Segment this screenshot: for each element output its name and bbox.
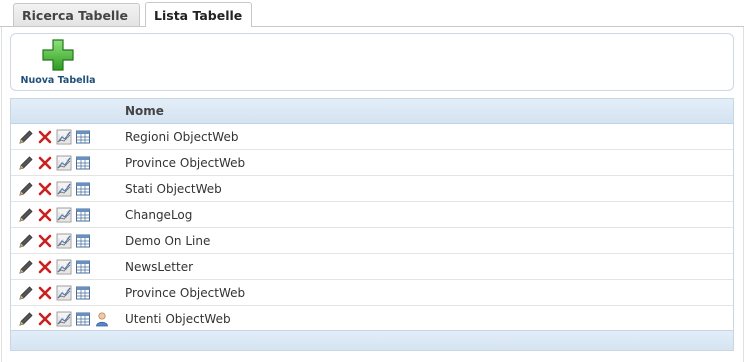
row-actions bbox=[18, 311, 110, 327]
tab-lista-tabelle[interactable]: Lista Tabelle bbox=[145, 2, 252, 27]
row-actions bbox=[18, 285, 91, 301]
delete-x-icon[interactable] bbox=[37, 311, 53, 327]
chart-icon[interactable] bbox=[56, 129, 72, 145]
column-header-nome[interactable]: Nome bbox=[125, 104, 164, 118]
edit-pencil-icon[interactable] bbox=[18, 259, 34, 275]
chart-icon[interactable] bbox=[56, 259, 72, 275]
table-name[interactable]: Stati ObjectWeb bbox=[125, 182, 222, 196]
user-icon[interactable] bbox=[94, 311, 110, 327]
grid-rows: Regioni ObjectWeb Province ObjectWeb Stati… bbox=[11, 124, 733, 332]
tab-bar: Ricerca Tabelle Lista Tabelle bbox=[0, 0, 744, 27]
table-name[interactable]: Province ObjectWeb bbox=[125, 286, 245, 300]
table-row: Demo On Line bbox=[11, 228, 733, 254]
tables-grid: Nome Regioni ObjectWeb Province ObjectWeb… bbox=[10, 98, 734, 351]
new-table-label: Nuova Tabella bbox=[20, 75, 96, 86]
chart-icon[interactable] bbox=[56, 285, 72, 301]
grid-header: Nome bbox=[11, 99, 733, 124]
row-actions bbox=[18, 233, 91, 249]
table-row: Utenti ObjectWeb bbox=[11, 306, 733, 332]
table-grid-icon[interactable] bbox=[75, 259, 91, 275]
table-name[interactable]: Regioni ObjectWeb bbox=[125, 130, 238, 144]
toolbar: Nuova Tabella bbox=[10, 33, 734, 91]
edit-pencil-icon[interactable] bbox=[18, 311, 34, 327]
delete-x-icon[interactable] bbox=[37, 155, 53, 171]
row-actions bbox=[18, 155, 91, 171]
delete-x-icon[interactable] bbox=[37, 233, 53, 249]
tab-ricerca-tabelle[interactable]: Ricerca Tabelle bbox=[13, 3, 140, 27]
green-plus-icon bbox=[42, 39, 74, 71]
edit-pencil-icon[interactable] bbox=[18, 207, 34, 223]
edit-pencil-icon[interactable] bbox=[18, 233, 34, 249]
edit-pencil-icon[interactable] bbox=[18, 181, 34, 197]
table-grid-icon[interactable] bbox=[75, 285, 91, 301]
edit-pencil-icon[interactable] bbox=[18, 285, 34, 301]
table-grid-icon[interactable] bbox=[75, 155, 91, 171]
table-row: ChangeLog bbox=[11, 202, 733, 228]
delete-x-icon[interactable] bbox=[37, 181, 53, 197]
table-row: Regioni ObjectWeb bbox=[11, 124, 733, 150]
table-grid-icon[interactable] bbox=[75, 129, 91, 145]
chart-icon[interactable] bbox=[56, 181, 72, 197]
table-grid-icon[interactable] bbox=[75, 181, 91, 197]
row-actions bbox=[18, 207, 91, 223]
delete-x-icon[interactable] bbox=[37, 207, 53, 223]
row-actions bbox=[18, 129, 91, 145]
table-grid-icon[interactable] bbox=[75, 311, 91, 327]
chart-icon[interactable] bbox=[56, 207, 72, 223]
table-row: Province ObjectWeb bbox=[11, 150, 733, 176]
grid-footer bbox=[11, 330, 733, 350]
new-table-button[interactable]: Nuova Tabella bbox=[17, 37, 99, 87]
edit-pencil-icon[interactable] bbox=[18, 155, 34, 171]
chart-icon[interactable] bbox=[56, 155, 72, 171]
table-name[interactable]: NewsLetter bbox=[125, 260, 193, 274]
table-grid-icon[interactable] bbox=[75, 207, 91, 223]
table-name[interactable]: ChangeLog bbox=[125, 208, 192, 222]
delete-x-icon[interactable] bbox=[37, 129, 53, 145]
table-name[interactable]: Demo On Line bbox=[125, 234, 210, 248]
row-actions bbox=[18, 259, 91, 275]
table-row: Stati ObjectWeb bbox=[11, 176, 733, 202]
table-name[interactable]: Province ObjectWeb bbox=[125, 156, 245, 170]
delete-x-icon[interactable] bbox=[37, 285, 53, 301]
delete-x-icon[interactable] bbox=[37, 259, 53, 275]
table-row: Province ObjectWeb bbox=[11, 280, 733, 306]
chart-icon[interactable] bbox=[56, 311, 72, 327]
edit-pencil-icon[interactable] bbox=[18, 129, 34, 145]
row-actions bbox=[18, 181, 91, 197]
table-row: NewsLetter bbox=[11, 254, 733, 280]
table-grid-icon[interactable] bbox=[75, 233, 91, 249]
chart-icon[interactable] bbox=[56, 233, 72, 249]
table-name[interactable]: Utenti ObjectWeb bbox=[125, 312, 231, 326]
